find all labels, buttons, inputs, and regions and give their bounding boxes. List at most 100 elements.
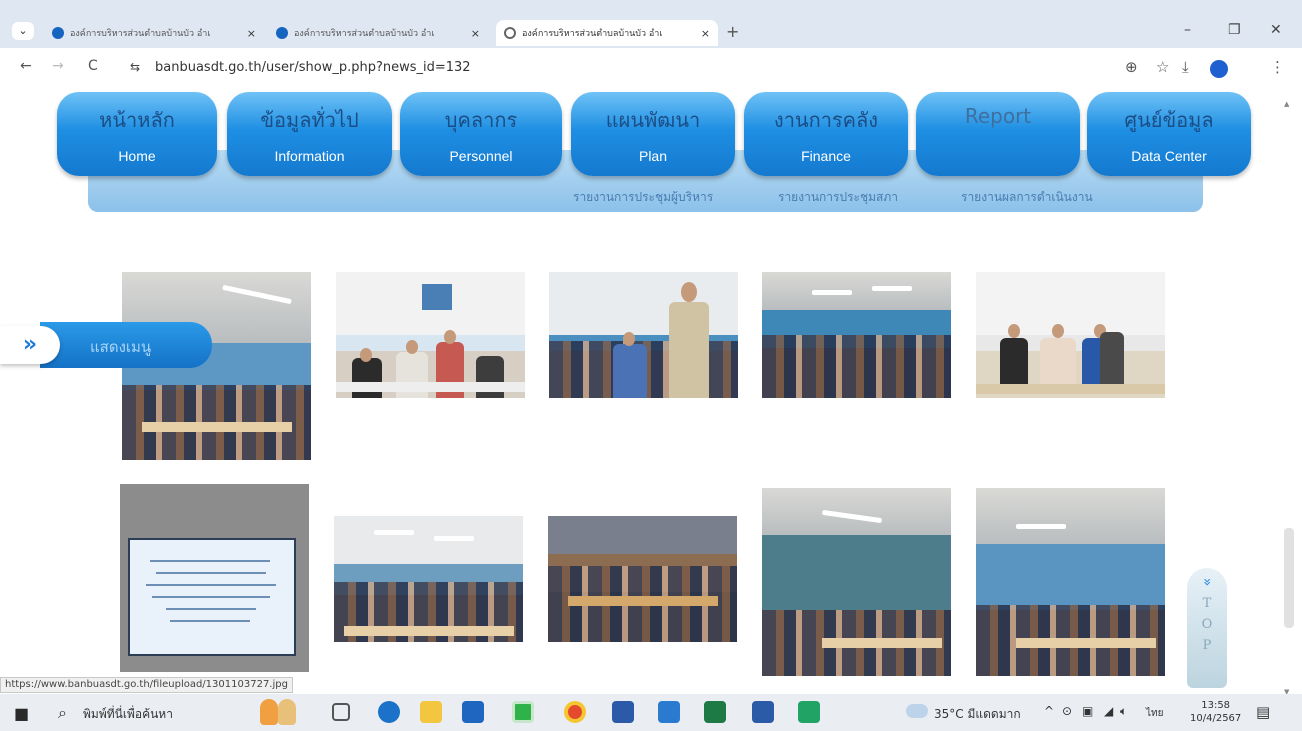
close-window-button[interactable]: ✕ bbox=[1270, 22, 1282, 38]
volume-icon[interactable]: 🔈︎ bbox=[1120, 704, 1127, 719]
nav-data-center-button[interactable]: ศูนย์ข้อมูล Data Center bbox=[1087, 92, 1251, 176]
gallery-photo-2[interactable] bbox=[336, 272, 525, 398]
tab-close-icon[interactable]: × bbox=[247, 27, 256, 40]
gallery-photo-5[interactable] bbox=[976, 272, 1165, 398]
nav-personnel-th-label: บุคลากร bbox=[444, 108, 518, 132]
nav-plan-th-label: แผนพัฒนา bbox=[605, 108, 701, 132]
download-icon[interactable]: ⤓ bbox=[1182, 58, 1189, 76]
restore-button[interactable]: ❐ bbox=[1228, 22, 1241, 38]
edge-browser-icon[interactable] bbox=[378, 701, 400, 723]
windows-taskbar: ■ ⌕ พิมพ์ที่นี่เพื่อค้นหา 35°C มีแดดมาก … bbox=[0, 694, 1302, 731]
tab-title: องค์การบริหารส่วนตำบลบ้านบัว อำเ bbox=[70, 29, 211, 39]
site-favicon-icon bbox=[276, 27, 288, 39]
tray-app-icon[interactable]: ▣ bbox=[1082, 704, 1093, 718]
chrome-browser-icon[interactable] bbox=[564, 701, 586, 723]
nav-finance-th-label: งานการคลัง bbox=[773, 108, 879, 132]
site-info-icon[interactable]: ⇆ bbox=[130, 60, 140, 74]
browser-menu-icon[interactable]: ⋮ bbox=[1270, 58, 1285, 76]
subnav-executive-meeting-link[interactable]: รายงานการประชุมผู้บริหาร bbox=[573, 188, 713, 207]
show-hidden-icons-icon[interactable]: ^ bbox=[1044, 704, 1054, 718]
tab-close-icon[interactable]: × bbox=[701, 27, 710, 40]
app-icon[interactable] bbox=[798, 701, 820, 723]
double-chevron-right-icon: » bbox=[22, 332, 38, 357]
nav-data-center-en-label: Data Center bbox=[1131, 148, 1207, 164]
link-status-url: https://www.banbuasdt.go.th/fileupload/1… bbox=[0, 677, 293, 693]
photos-app-icon[interactable] bbox=[658, 701, 680, 723]
windows-start-icon[interactable]: ■ bbox=[14, 704, 29, 723]
tab-title: องค์การบริหารส่วนตำบลบ้านบัว อำเ bbox=[294, 29, 435, 39]
profile-avatar-icon[interactable] bbox=[1210, 60, 1228, 78]
nav-report-label: Report bbox=[964, 104, 1032, 128]
back-to-top-button[interactable]: » T O P bbox=[1187, 568, 1227, 688]
clock-date: 10/4/2567 bbox=[1190, 713, 1242, 724]
taskbar-clock[interactable]: 13:58 10/4/2567 bbox=[1190, 699, 1241, 725]
gallery-photo-9[interactable] bbox=[762, 488, 951, 676]
show-menu-label: แสดงเมนู bbox=[90, 338, 152, 356]
top-letter: P bbox=[1202, 638, 1212, 653]
subnav-performance-report-link[interactable]: รายงานผลการดำเนินงาน bbox=[961, 188, 1093, 207]
browser-tab-1[interactable]: องค์การบริหารส่วนตำบลบ้านบัว อำเ × bbox=[44, 20, 264, 46]
tray-app-icon[interactable]: ⊙ bbox=[1062, 704, 1072, 718]
scroll-up-arrow-icon[interactable]: ▲ bbox=[1284, 100, 1289, 108]
search-icon[interactable]: ⌕ bbox=[58, 703, 67, 723]
weather-text[interactable]: 35°C มีแดดมาก bbox=[934, 705, 1021, 724]
gallery-photo-4[interactable] bbox=[762, 272, 951, 398]
taskbar-promo-people-icon[interactable] bbox=[258, 697, 302, 727]
gallery-photo-8[interactable] bbox=[548, 516, 737, 642]
show-menu-tab[interactable]: » bbox=[0, 326, 60, 364]
nav-finance-button[interactable]: งานการคลัง Finance bbox=[744, 92, 908, 176]
zoom-icon[interactable]: ⊕ bbox=[1125, 58, 1138, 76]
language-indicator[interactable]: ไทย bbox=[1146, 706, 1163, 721]
file-explorer-icon[interactable] bbox=[420, 701, 442, 723]
address-bar-url[interactable]: banbuasdt.go.th/user/show_p.php?news_id=… bbox=[155, 60, 471, 75]
notification-center-icon[interactable]: ▤ bbox=[1256, 703, 1270, 721]
nav-home-th-label: หน้าหลัก bbox=[99, 108, 175, 132]
site-favicon-icon bbox=[52, 27, 64, 39]
show-menu-button[interactable]: แสดงเมนู » bbox=[0, 322, 212, 368]
nav-information-th-label: ข้อมูลทั่วไป bbox=[260, 108, 359, 132]
nav-finance-en-label: Finance bbox=[801, 148, 851, 164]
reload-icon[interactable]: C bbox=[88, 58, 98, 74]
mail-icon[interactable] bbox=[462, 701, 484, 723]
excel-icon[interactable] bbox=[704, 701, 726, 723]
nav-report-button[interactable]: Report bbox=[916, 92, 1080, 176]
page-scrollbar-thumb[interactable] bbox=[1284, 528, 1294, 628]
nav-plan-en-label: Plan bbox=[638, 148, 668, 164]
top-letter: O bbox=[1201, 617, 1213, 632]
double-chevron-down-icon: » bbox=[1199, 577, 1215, 587]
gallery-photo-7[interactable] bbox=[334, 516, 523, 642]
nav-plan-button[interactable]: แผนพัฒนา Plan bbox=[571, 92, 735, 176]
new-tab-button[interactable]: + bbox=[726, 22, 739, 41]
browser-tab-3-active[interactable]: องค์การบริหารส่วนตำบลบ้านบัว อำเ × bbox=[496, 20, 718, 46]
nav-home-button[interactable]: หน้าหลัก Home bbox=[57, 92, 217, 176]
browser-tab-2[interactable]: องค์การบริหารส่วนตำบลบ้านบัว อำเ × bbox=[268, 20, 488, 46]
tab-title: องค์การบริหารส่วนตำบลบ้านบัว อำเ bbox=[522, 29, 663, 39]
nav-personnel-en-label: Personnel bbox=[449, 148, 513, 164]
globe-icon bbox=[504, 27, 516, 39]
nav-personnel-button[interactable]: บุคลากร Personnel bbox=[400, 92, 562, 176]
subnav-council-meeting-link[interactable]: รายงานการประชุมสภา bbox=[778, 188, 898, 207]
tab-search-button[interactable]: ⌄ bbox=[12, 22, 34, 40]
bookmark-star-icon[interactable]: ☆ bbox=[1156, 58, 1169, 76]
gallery-photo-6[interactable] bbox=[120, 484, 309, 672]
taskbar-search-box[interactable]: พิมพ์ที่นี่เพื่อค้นหา bbox=[83, 705, 173, 724]
show-menu-bar[interactable]: แสดงเมนู bbox=[40, 322, 212, 368]
nav-information-en-label: Information bbox=[274, 148, 345, 164]
network-icon[interactable]: ◢ bbox=[1104, 704, 1113, 718]
nav-information-button[interactable]: ข้อมูลทั่วไป Information bbox=[227, 92, 392, 176]
back-arrow-icon[interactable]: ← bbox=[20, 58, 32, 74]
task-view-icon[interactable] bbox=[332, 703, 350, 721]
powershell-icon[interactable] bbox=[612, 701, 634, 723]
nav-data-center-th-label: ศูนย์ข้อมูล bbox=[1124, 108, 1214, 132]
line-app-icon[interactable] bbox=[512, 701, 534, 723]
gallery-photo-10[interactable] bbox=[976, 488, 1165, 676]
clock-time: 13:58 bbox=[1201, 700, 1231, 711]
cloud-weather-icon[interactable] bbox=[906, 704, 928, 718]
forward-arrow-icon[interactable]: → bbox=[52, 58, 64, 74]
tab-close-icon[interactable]: × bbox=[471, 27, 480, 40]
address-toolbar: ← → C ⇆ banbuasdt.go.th/user/show_p.php?… bbox=[0, 48, 1302, 88]
word-icon[interactable] bbox=[752, 701, 774, 723]
gallery-photo-3[interactable] bbox=[549, 272, 738, 398]
minimize-button[interactable]: – bbox=[1184, 22, 1191, 38]
nav-home-en-label: Home bbox=[118, 148, 156, 164]
